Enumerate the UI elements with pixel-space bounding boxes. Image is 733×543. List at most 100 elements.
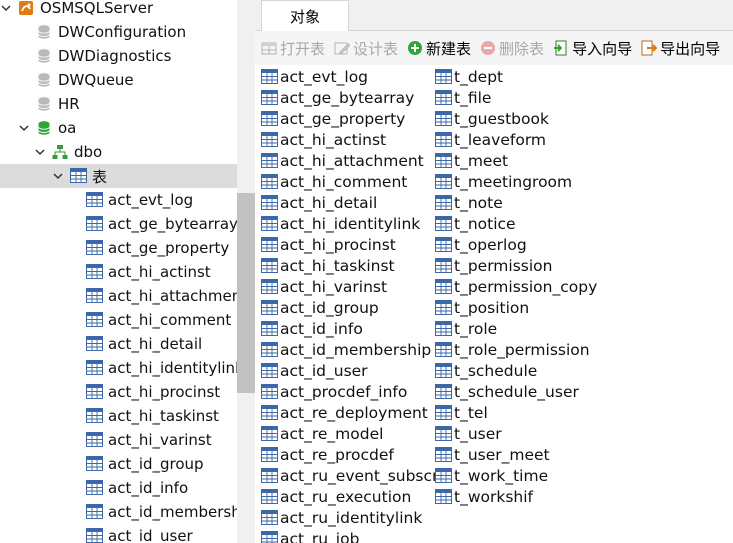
tree-item[interactable]: act_hi_actinst xyxy=(0,260,237,284)
table-item[interactable]: t_meetingroom xyxy=(435,171,597,192)
chevron-down-icon[interactable] xyxy=(34,146,46,158)
table-item[interactable]: act_id_info xyxy=(261,318,438,339)
import-wizard-button[interactable]: 导入向导 xyxy=(553,35,632,61)
open-table-button[interactable]: 打开表 xyxy=(261,35,325,61)
table-item[interactable]: t_file xyxy=(435,87,597,108)
tree-item[interactable]: act_hi_taskinst xyxy=(0,404,237,428)
tree-item[interactable]: act_ge_property xyxy=(0,236,237,260)
table-item[interactable]: act_id_group xyxy=(261,297,438,318)
tree-item[interactable]: act_id_info xyxy=(0,476,237,500)
table-item[interactable]: act_re_model xyxy=(261,423,438,444)
table-item[interactable]: act_hi_identitylink xyxy=(261,213,438,234)
delete-table-button[interactable]: 删除表 xyxy=(480,35,544,61)
table-item[interactable]: act_hi_attachment xyxy=(261,150,438,171)
table-item[interactable]: t_user_meet xyxy=(435,444,597,465)
table-item[interactable]: act_evt_log xyxy=(261,66,438,87)
tree-item[interactable]: act_hi_varinst xyxy=(0,428,237,452)
tree-item[interactable]: act_hi_comment xyxy=(0,308,237,332)
table-item[interactable]: act_ru_event_subscr xyxy=(261,465,438,486)
table-item[interactable]: act_hi_taskinst xyxy=(261,255,438,276)
table-item[interactable]: t_position xyxy=(435,297,597,318)
table-item[interactable]: t_dept xyxy=(435,66,597,87)
chevron-down-icon[interactable] xyxy=(0,2,12,14)
table-item[interactable]: t_operlog xyxy=(435,234,597,255)
table-item[interactable]: t_permission_copy xyxy=(435,276,597,297)
table-item[interactable]: t_role xyxy=(435,318,597,339)
table-icon xyxy=(435,195,452,210)
table-icon xyxy=(435,384,452,399)
table-item[interactable]: act_ru_execution xyxy=(261,486,438,507)
table-item[interactable]: t_meet xyxy=(435,150,597,171)
tab-objects[interactable]: 对象 xyxy=(261,0,349,32)
table-item[interactable]: t_work_time xyxy=(435,465,597,486)
table-item[interactable]: act_id_user xyxy=(261,360,438,381)
table-item[interactable]: act_hi_actinst xyxy=(261,129,438,150)
export-wizard-button[interactable]: 导出向导 xyxy=(641,35,720,61)
table-icon xyxy=(261,132,278,147)
table-item[interactable]: t_note xyxy=(435,192,597,213)
tree-item[interactable]: act_hi_identitylink xyxy=(0,356,237,380)
new-table-button[interactable]: 新建表 xyxy=(407,35,471,61)
table-item[interactable]: act_ru_job xyxy=(261,528,438,543)
tree-item[interactable]: DWQueue xyxy=(0,68,237,92)
tree-item[interactable]: act_ge_bytearray xyxy=(0,212,237,236)
table-item[interactable]: act_ru_identitylink xyxy=(261,507,438,528)
table-icon xyxy=(86,264,103,280)
table-icon xyxy=(86,240,103,256)
table-item[interactable]: t_leaveform xyxy=(435,129,597,150)
chevron-down-icon[interactable] xyxy=(18,122,30,134)
table-item[interactable]: t_schedule_user xyxy=(435,381,597,402)
table-item[interactable]: act_hi_detail xyxy=(261,192,438,213)
table-item[interactable]: t_workshif xyxy=(435,486,597,507)
tree-scrollbar-thumb[interactable] xyxy=(237,193,255,393)
tree-item[interactable]: act_hi_detail xyxy=(0,332,237,356)
table-item[interactable]: t_notice xyxy=(435,213,597,234)
tree-item[interactable]: act_hi_attachment xyxy=(0,284,237,308)
table-item[interactable]: t_permission xyxy=(435,255,597,276)
chevron-down-icon[interactable] xyxy=(52,170,64,182)
table-item[interactable]: act_hi_varinst xyxy=(261,276,438,297)
table-item[interactable]: act_re_deployment xyxy=(261,402,438,423)
table-list-column-1: act_evt_log act_ge_bytearray act_ge_proper… xyxy=(261,66,438,543)
tree-item[interactable]: HR xyxy=(0,92,237,116)
table-item-label: t_position xyxy=(454,298,530,317)
table-item[interactable]: t_guestbook xyxy=(435,108,597,129)
table-item[interactable]: act_ge_property xyxy=(261,108,438,129)
table-item[interactable]: act_procdef_info xyxy=(261,381,438,402)
tree-item-label: act_hi_procinst xyxy=(108,383,221,401)
table-item[interactable]: t_tel xyxy=(435,402,597,423)
tree-item[interactable]: dbo xyxy=(0,140,237,164)
table-icon xyxy=(86,384,103,400)
table-icon xyxy=(435,237,452,252)
table-item[interactable]: act_hi_comment xyxy=(261,171,438,192)
table-item[interactable]: t_role_permission xyxy=(435,339,597,360)
tree-item[interactable]: act_id_group xyxy=(0,452,237,476)
table-item[interactable]: act_id_membership xyxy=(261,339,438,360)
table-item[interactable]: act_ge_bytearray xyxy=(261,87,438,108)
tree-item[interactable]: act_id_user xyxy=(0,524,237,543)
tree-item[interactable]: DWConfiguration xyxy=(0,20,237,44)
table-icon xyxy=(435,342,452,357)
table-item-label: act_hi_identitylink xyxy=(280,214,421,233)
tree-item[interactable]: OSMSQLServer xyxy=(0,0,237,20)
object-panel: 对象 打开表 设计表 新建表 删除表 导入向导 导出向导 act_evt_log… xyxy=(255,0,733,543)
tree-item[interactable]: act_hi_procinst xyxy=(0,380,237,404)
tree-item-label: DWConfiguration xyxy=(58,23,187,41)
design-table-button[interactable]: 设计表 xyxy=(334,35,398,61)
tree-item[interactable]: act_id_membership xyxy=(0,500,237,524)
table-item[interactable]: t_user xyxy=(435,423,597,444)
table-item-label: act_id_group xyxy=(280,298,379,317)
table-item[interactable]: t_schedule xyxy=(435,360,597,381)
tree-item[interactable]: oa xyxy=(0,116,237,140)
tree-item[interactable]: act_evt_log xyxy=(0,188,237,212)
table-item[interactable]: act_re_procdef xyxy=(261,444,438,465)
tree-item[interactable]: DWDiagnostics xyxy=(0,44,237,68)
table-item-label: act_hi_attachment xyxy=(280,151,424,170)
tree-item-label: act_hi_taskinst xyxy=(108,407,219,425)
table-item[interactable]: act_hi_procinst xyxy=(261,234,438,255)
tree-item[interactable]: 表 xyxy=(0,164,237,188)
